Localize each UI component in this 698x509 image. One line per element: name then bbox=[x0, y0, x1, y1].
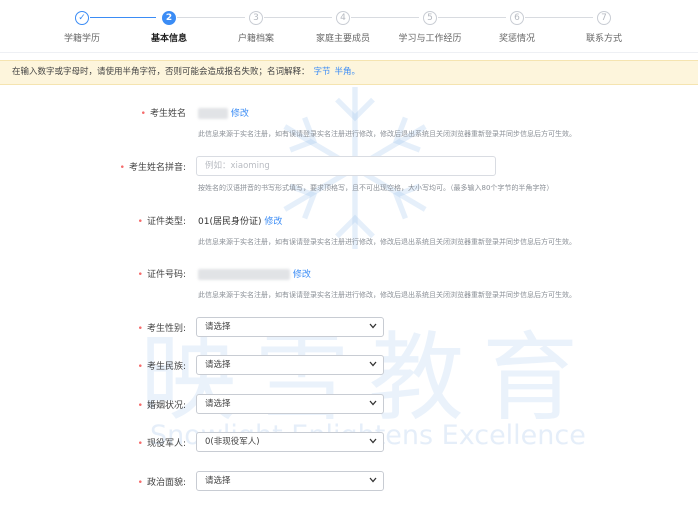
progress-stepper: ✓ 学籍学历 2 基本信息 3 户籍档案 4 家庭主要成员 5 学习与工作经历 … bbox=[0, 0, 698, 53]
military-select[interactable]: 0(非现役军人) bbox=[196, 432, 384, 452]
edit-id-type-link[interactable]: 修改 bbox=[264, 217, 282, 227]
field-label: • 考生姓名拼音: bbox=[119, 163, 186, 173]
pinyin-input[interactable]: 例如：xiaoming bbox=[196, 156, 496, 176]
step-3[interactable]: 3 户籍档案 bbox=[216, 11, 296, 44]
field-label: • 考生性别: bbox=[137, 324, 186, 334]
select-value: 请选择 bbox=[205, 399, 231, 409]
step-number: 3 bbox=[249, 11, 263, 25]
step-label: 奖惩情况 bbox=[498, 34, 535, 44]
field-label: • 考生民族: bbox=[137, 362, 186, 372]
select-value: 请选择 bbox=[205, 360, 231, 370]
step-4[interactable]: 4 家庭主要成员 bbox=[303, 11, 383, 44]
select-value: 请选择 bbox=[205, 322, 231, 332]
name-value: 修改 bbox=[198, 106, 249, 119]
gender-select[interactable]: 请选择 bbox=[196, 317, 384, 337]
chevron-down-icon bbox=[369, 323, 377, 329]
step-number: 5 bbox=[423, 11, 437, 25]
id-type-hint: 此信息来源于实名注册，如有误请登录实名注册进行修改，修改后退出系统且关闭浏览器重… bbox=[198, 238, 576, 246]
edit-name-link[interactable]: 修改 bbox=[231, 109, 249, 119]
step-label: 家庭主要成员 bbox=[315, 34, 370, 44]
step-label: 学籍学历 bbox=[63, 34, 100, 44]
political-select[interactable]: 请选择 bbox=[196, 471, 384, 491]
chevron-down-icon bbox=[369, 400, 377, 406]
step-6[interactable]: 6 奖惩情况 bbox=[477, 11, 557, 44]
ethnicity-select[interactable]: 请选择 bbox=[196, 355, 384, 375]
select-value: 请选择 bbox=[205, 476, 231, 486]
glossary-link-halfwidth[interactable]: 半角。 bbox=[335, 67, 361, 77]
chevron-down-icon bbox=[369, 477, 377, 483]
notice-banner: 在输入数字或字母时，请使用半角字符，否则可能会造成报名失败；名词解释： 字节 半角。 bbox=[0, 60, 698, 85]
step-number: 2 bbox=[162, 11, 176, 25]
step-number: 6 bbox=[510, 11, 524, 25]
redacted-value bbox=[198, 108, 228, 119]
field-label: • 证件号码: bbox=[137, 270, 186, 280]
step-label: 基本信息 bbox=[150, 34, 187, 44]
field-label: • 政治面貌: bbox=[137, 478, 186, 488]
pinyin-hint: 按姓名的汉语拼音的书写形式填写，要求顶格写，且不可出现空格，大小写均可。（最多输… bbox=[198, 184, 554, 192]
step-1[interactable]: ✓ 学籍学历 bbox=[42, 11, 122, 44]
field-label: • 现役军人: bbox=[137, 439, 186, 449]
field-label: • 婚姻状况: bbox=[137, 401, 186, 411]
glossary-link-byte[interactable]: 字节 bbox=[314, 67, 331, 77]
notice-text: 在输入数字或字母时，请使用半角字符，否则可能会造成报名失败；名词解释： bbox=[12, 67, 310, 77]
id-number-value: 修改 bbox=[198, 267, 311, 280]
step-5[interactable]: 5 学习与工作经历 bbox=[390, 11, 470, 44]
step-number: 4 bbox=[336, 11, 350, 25]
check-icon: ✓ bbox=[75, 11, 89, 25]
id-number-hint: 此信息来源于实名注册，如有误请登录实名注册进行修改，修改后退出系统且关闭浏览器重… bbox=[198, 291, 576, 299]
step-number: 7 bbox=[597, 11, 611, 25]
step-label: 户籍档案 bbox=[237, 34, 274, 44]
marital-select[interactable]: 请选择 bbox=[196, 394, 384, 414]
chevron-down-icon bbox=[369, 361, 377, 367]
name-hint: 此信息来源于实名注册，如有误请登录实名注册进行修改，修改后退出系统且关闭浏览器重… bbox=[198, 130, 576, 138]
step-2[interactable]: 2 基本信息 bbox=[129, 11, 209, 44]
step-label: 学习与工作经历 bbox=[398, 34, 462, 44]
field-label: • 考生姓名 bbox=[140, 109, 186, 119]
step-7[interactable]: 7 联系方式 bbox=[564, 11, 644, 44]
field-label: • 证件类型: bbox=[137, 217, 186, 227]
chevron-down-icon bbox=[369, 438, 377, 444]
select-value: 0(非现役军人) bbox=[205, 437, 260, 447]
redacted-value bbox=[198, 269, 290, 280]
step-label: 联系方式 bbox=[585, 34, 622, 44]
edit-id-number-link[interactable]: 修改 bbox=[293, 270, 311, 280]
id-type-value: 01(居民身份证) 修改 bbox=[198, 217, 283, 227]
